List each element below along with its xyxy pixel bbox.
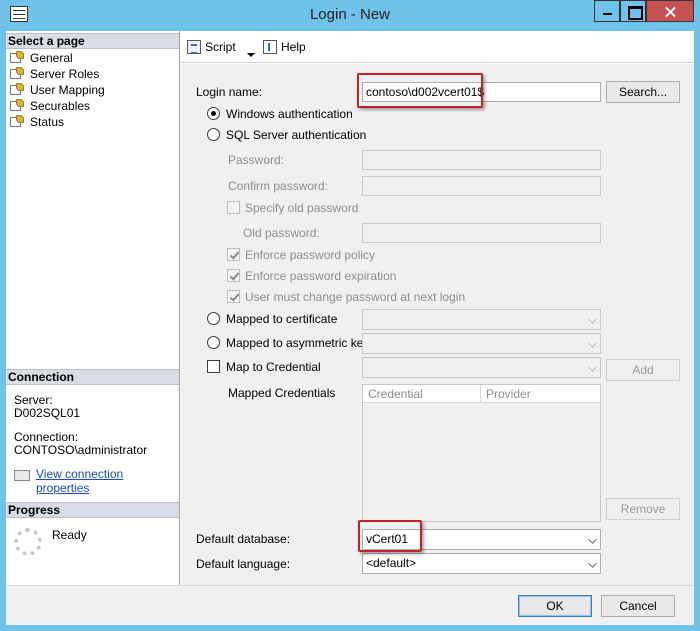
progress-header: Progress bbox=[6, 502, 179, 518]
progress-spinner-icon bbox=[14, 528, 42, 556]
mapped-to-asymmetric-key-label: Mapped to asymmetric key bbox=[226, 336, 370, 350]
page-item-user-mapping[interactable]: User Mapping bbox=[10, 82, 105, 98]
script-button[interactable]: Script bbox=[187, 39, 263, 57]
page-item-server-roles[interactable]: Server Roles bbox=[10, 66, 99, 82]
chevron-down-icon bbox=[588, 535, 597, 544]
credential-select[interactable] bbox=[362, 357, 601, 378]
login-new-window: Login - New Select a page General Server… bbox=[0, 0, 700, 631]
maximize-button[interactable] bbox=[620, 0, 646, 22]
remove-credential-button[interactable]: Remove bbox=[606, 498, 680, 520]
page-item-label: Securables bbox=[30, 99, 91, 113]
page-item-status[interactable]: Status bbox=[10, 114, 64, 130]
confirm-password-input[interactable] bbox=[362, 176, 601, 196]
provider-column-header[interactable]: Provider bbox=[481, 385, 600, 403]
default-language-value: <default> bbox=[366, 556, 417, 570]
password-input[interactable] bbox=[362, 150, 601, 170]
must-change-password-checkbox[interactable] bbox=[227, 290, 240, 303]
add-credential-button[interactable]: Add bbox=[606, 359, 680, 381]
default-language-label: Default language: bbox=[196, 557, 291, 571]
map-to-credential-label: Map to Credential bbox=[226, 360, 321, 374]
server-label: Server: bbox=[14, 393, 53, 407]
connection-properties-icon bbox=[14, 467, 34, 481]
connection-header: Connection bbox=[6, 369, 179, 385]
specify-old-password-label: Specify old password bbox=[245, 201, 359, 215]
cancel-button[interactable]: Cancel bbox=[601, 595, 675, 617]
enforce-password-expiration-label: Enforce password expiration bbox=[245, 269, 397, 283]
toolbar: Script Help bbox=[181, 31, 694, 63]
select-page-header: Select a page bbox=[6, 33, 179, 49]
page-wrench-icon bbox=[10, 67, 26, 80]
default-language-select[interactable]: <default> bbox=[362, 553, 601, 574]
server-value: D002SQL01 bbox=[14, 406, 81, 420]
page-item-general[interactable]: General bbox=[10, 50, 73, 66]
sql-authentication-radio[interactable] bbox=[207, 128, 220, 141]
mapped-credentials-grid[interactable]: Credential Provider bbox=[362, 384, 601, 522]
close-button[interactable] bbox=[646, 0, 694, 22]
script-label: Script bbox=[205, 40, 236, 54]
script-dropdown-caret-icon[interactable] bbox=[247, 53, 255, 57]
dialog-button-bar: OK Cancel bbox=[6, 585, 694, 625]
general-page-form: Login name: contoso\d002vcert01$ Search.… bbox=[181, 64, 694, 585]
old-password-label: Old password: bbox=[243, 226, 320, 240]
specify-old-password-checkbox[interactable] bbox=[227, 201, 240, 214]
windows-authentication-label: Windows authentication bbox=[226, 107, 353, 121]
asymmetric-key-select[interactable] bbox=[362, 333, 601, 354]
enforce-password-policy-label: Enforce password policy bbox=[245, 248, 376, 262]
help-label: Help bbox=[281, 40, 306, 54]
script-icon bbox=[187, 40, 201, 54]
title-bar[interactable]: Login - New bbox=[0, 0, 700, 30]
default-database-label: Default database: bbox=[196, 532, 291, 546]
login-name-label: Login name: bbox=[196, 85, 263, 99]
progress-status: Ready bbox=[52, 528, 87, 542]
page-item-label: User Mapping bbox=[30, 83, 105, 97]
enforce-password-policy-checkbox[interactable] bbox=[227, 248, 240, 261]
certificate-select[interactable] bbox=[362, 309, 601, 330]
old-password-input[interactable] bbox=[362, 223, 601, 243]
mapped-to-certificate-label: Mapped to certificate bbox=[226, 312, 338, 326]
help-button[interactable]: Help bbox=[263, 39, 313, 56]
connection-label: Connection: bbox=[14, 430, 79, 444]
page-wrench-icon bbox=[10, 115, 26, 128]
connection-value: CONTOSO\administrator bbox=[14, 443, 148, 457]
mapped-credentials-label: Mapped Credentials bbox=[228, 386, 336, 400]
ok-button[interactable]: OK bbox=[518, 595, 592, 617]
must-change-password-label: User must change password at next login bbox=[245, 290, 466, 304]
default-database-select[interactable]: vCert01 bbox=[362, 529, 601, 550]
enforce-password-expiration-checkbox[interactable] bbox=[227, 269, 240, 282]
windows-authentication-radio[interactable] bbox=[207, 107, 220, 120]
view-connection-properties-link[interactable]: View connection properties bbox=[36, 467, 179, 495]
default-database-value: vCert01 bbox=[366, 532, 409, 546]
chevron-down-icon bbox=[588, 339, 597, 348]
map-to-credential-checkbox[interactable] bbox=[207, 360, 220, 373]
credential-column-header[interactable]: Credential bbox=[363, 385, 481, 403]
page-wrench-icon bbox=[10, 99, 26, 112]
chevron-down-icon bbox=[588, 559, 597, 568]
sql-authentication-label: SQL Server authentication bbox=[226, 128, 367, 142]
chevron-down-icon bbox=[588, 315, 597, 324]
page-item-label: General bbox=[30, 51, 73, 65]
dialog-client: Select a page General Server Roles User … bbox=[6, 31, 694, 625]
minimize-button[interactable] bbox=[594, 0, 620, 22]
password-label: Password: bbox=[228, 153, 285, 167]
login-name-input[interactable]: contoso\d002vcert01$ bbox=[362, 82, 601, 102]
mapped-to-asymmetric-key-radio[interactable] bbox=[207, 336, 220, 349]
help-icon bbox=[263, 40, 277, 54]
page-item-label: Server Roles bbox=[30, 67, 100, 81]
chevron-down-icon bbox=[588, 363, 597, 372]
page-item-securables[interactable]: Securables bbox=[10, 98, 90, 114]
mapped-to-certificate-radio[interactable] bbox=[207, 312, 220, 325]
search-button[interactable]: Search... bbox=[606, 81, 680, 103]
page-wrench-icon bbox=[10, 83, 26, 96]
left-pane: Select a page General Server Roles User … bbox=[6, 31, 180, 585]
confirm-password-label: Confirm password: bbox=[228, 179, 329, 193]
page-wrench-icon bbox=[10, 51, 26, 64]
page-item-label: Status bbox=[30, 115, 65, 129]
